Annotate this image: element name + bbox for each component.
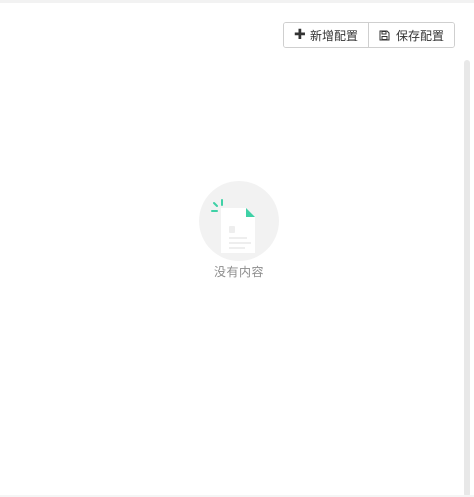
config-toolbar: ✚ 新增配置 保存配置 <box>283 22 456 48</box>
plus-icon: ✚ <box>294 27 306 43</box>
add-config-button[interactable]: ✚ 新增配置 <box>284 23 369 47</box>
save-config-button[interactable]: 保存配置 <box>368 23 455 47</box>
empty-document-icon <box>199 181 279 261</box>
save-config-label: 保存配置 <box>396 28 445 43</box>
floppy-disk-icon <box>379 30 390 41</box>
empty-state-text: 没有内容 <box>213 265 264 279</box>
add-config-label: 新增配置 <box>310 28 359 43</box>
empty-state: 没有内容 <box>199 181 279 280</box>
top-border <box>0 0 474 3</box>
vertical-scrollbar[interactable] <box>464 60 470 497</box>
